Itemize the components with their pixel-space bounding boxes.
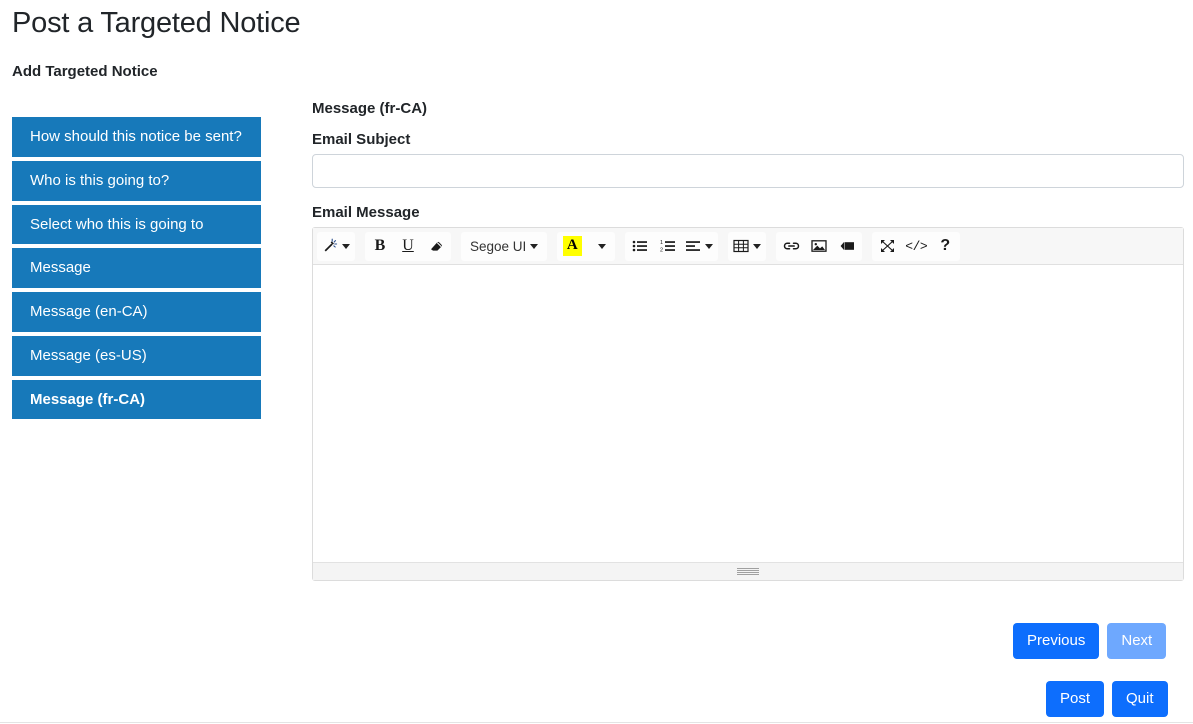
email-subject-input[interactable] [312,154,1184,188]
next-button[interactable]: Next [1107,623,1166,659]
sidebar-item-label: How should this notice be sent? [30,128,242,145]
post-button[interactable]: Post [1046,681,1104,717]
email-subject-label: Email Subject [312,131,1184,148]
sidebar-item-who-going-to[interactable]: Who is this going to? [12,161,261,201]
quit-button[interactable]: Quit [1112,681,1168,717]
svg-text:2: 2 [660,248,663,254]
eraser-icon[interactable] [422,233,450,260]
ordered-list-icon[interactable]: 1 2 [654,233,682,260]
page-title: Post a Targeted Notice [12,6,300,41]
spacer [312,188,1184,204]
section-title: Add Targeted Notice [12,63,158,80]
sidebar-item-label: Message [30,259,91,276]
toolbar-group-font-family: Segoe UI [461,232,547,261]
unordered-list-icon[interactable] [626,233,654,260]
wizard-nav-buttons: Previous Next [1013,623,1166,659]
editor-statusbar[interactable] [313,562,1183,580]
chevron-down-icon [598,244,606,249]
footer-divider [0,722,1193,723]
picture-icon[interactable] [805,233,833,260]
highlight-color-icon[interactable]: A [558,233,586,260]
sidebar-item-message-en-ca[interactable]: Message (en-CA) [12,292,261,332]
sidebar-item-message-es-us[interactable]: Message (es-US) [12,336,261,376]
page-root: Post a Targeted Notice Add Targeted Noti… [0,0,1193,724]
editor-toolbar: B U Segoe UI [313,228,1183,265]
magic-wand-icon[interactable] [318,233,354,260]
toolbar-group-table [728,232,766,261]
font-name-label: Segoe UI [470,239,526,254]
code-view-icon[interactable]: </> [901,233,931,260]
sidebar-item-select-who[interactable]: Select who this is going to [12,205,261,245]
video-icon[interactable] [833,233,861,260]
rich-text-editor: B U Segoe UI [312,227,1184,581]
paragraph-align-icon[interactable] [682,233,717,260]
toolbar-group-insert [776,232,862,261]
color-dropdown-icon[interactable] [586,233,614,260]
resize-handle-icon[interactable] [737,568,759,576]
bold-icon[interactable]: B [366,233,394,260]
underline-icon[interactable]: U [394,233,422,260]
panel-heading: Message (fr-CA) [312,100,1184,117]
svg-text:1: 1 [660,240,663,246]
toolbar-group-paragraph: 1 2 [625,232,718,261]
toolbar-group-font-style: B U [365,232,451,261]
toolbar-group-color: A [557,232,615,261]
chevron-down-icon [705,244,713,249]
sidebar-item-how-sent[interactable]: How should this notice be sent? [12,117,261,157]
chevron-down-icon [753,244,761,249]
sidebar-item-label: Message (fr-CA) [30,391,145,408]
help-icon[interactable]: ? [931,233,959,260]
highlight-letter: A [563,236,582,256]
toolbar-group-style [317,232,355,261]
wizard-action-buttons: Post Quit [1046,681,1168,717]
sidebar-item-label: Who is this going to? [30,172,169,189]
font-name-icon[interactable]: Segoe UI [462,233,546,260]
sidebar-item-message[interactable]: Message [12,248,261,288]
wizard-step-list: How should this notice be sent? Who is t… [12,117,261,423]
sidebar-item-label: Message (es-US) [30,347,147,364]
form-panel: Message (fr-CA) Email Subject Email Mess… [312,100,1184,581]
email-message-label: Email Message [312,204,1184,221]
toolbar-group-view: </> ? [872,232,960,261]
email-message-editor-body[interactable] [313,265,1183,562]
sidebar-item-label: Message (en-CA) [30,303,148,320]
chevron-down-icon [530,244,538,249]
chevron-down-icon [342,244,350,249]
table-icon[interactable] [729,233,765,260]
fullscreen-icon[interactable] [873,233,901,260]
sidebar-item-message-fr-ca[interactable]: Message (fr-CA) [12,380,261,420]
link-icon[interactable] [777,233,805,260]
previous-button[interactable]: Previous [1013,623,1099,659]
sidebar-item-label: Select who this is going to [30,216,203,233]
